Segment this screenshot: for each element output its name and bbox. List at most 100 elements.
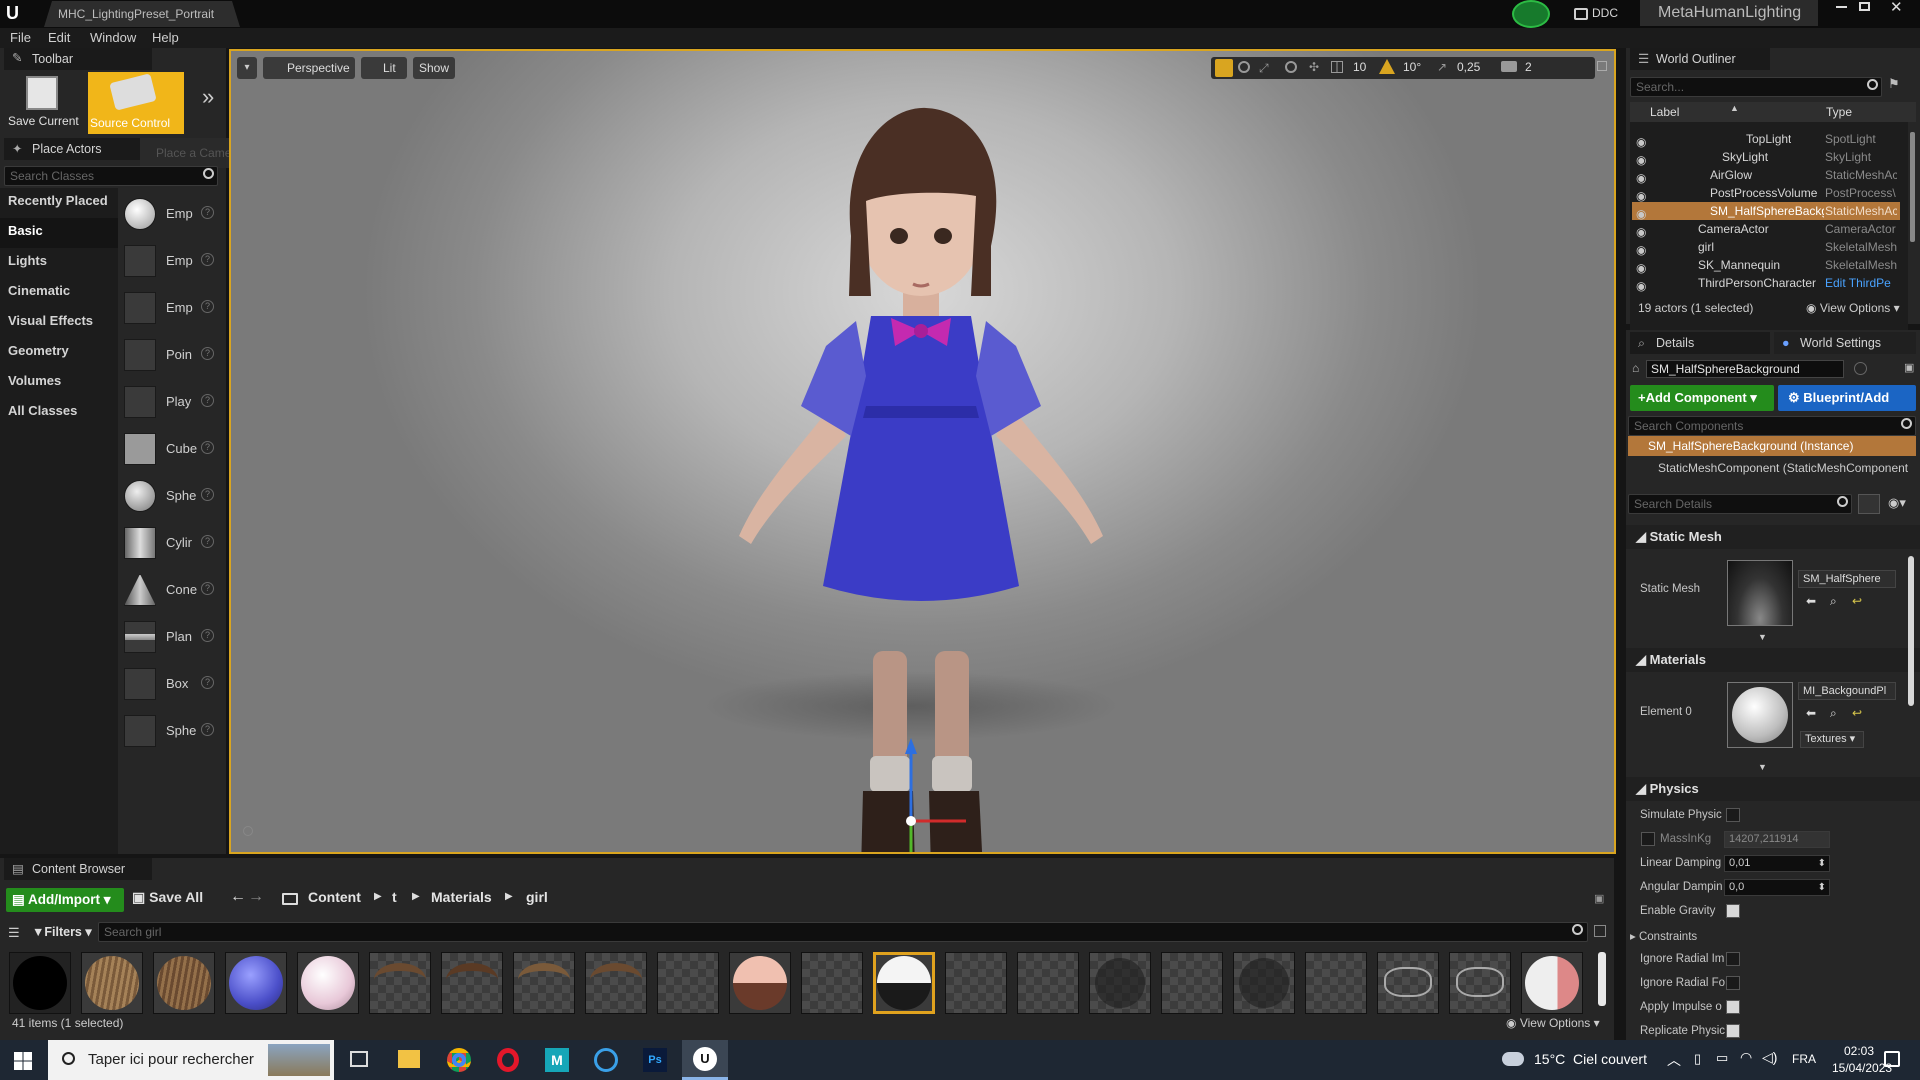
outliner-scrollbar[interactable]	[1910, 132, 1915, 242]
browse-asset-icon[interactable]: ⌕	[1830, 706, 1837, 721]
asset-thumbnail[interactable]	[297, 952, 359, 1014]
asset-thumbnail[interactable]	[81, 952, 143, 1014]
ddc-label[interactable]: DDC	[1592, 6, 1618, 20]
chrome-icon[interactable]	[447, 1048, 471, 1072]
help-icon[interactable]: ?	[201, 488, 214, 501]
asset-thumbnail[interactable]	[585, 952, 647, 1014]
static-mesh-component-row[interactable]: StaticMeshComponent (StaticMeshComponent	[1646, 458, 1916, 478]
actor-item[interactable]: Cylir?	[124, 521, 222, 563]
asset-thumbnail[interactable]	[153, 952, 215, 1014]
folder-icon[interactable]	[282, 893, 298, 905]
simulate-physics-checkbox[interactable]	[1726, 808, 1740, 822]
asset-thumbnail[interactable]	[513, 952, 575, 1014]
mass-override-checkbox[interactable]	[1641, 832, 1655, 846]
notifications-icon[interactable]	[1884, 1051, 1900, 1067]
show-button[interactable]: Show	[413, 57, 455, 79]
level-viewport[interactable]: ▾ Perspective Lit Show ⤢ ✣ 10 10° ↗ 0,25…	[229, 49, 1616, 854]
translate-icon[interactable]	[1215, 59, 1233, 77]
asset-thumbnail[interactable]	[801, 952, 863, 1014]
save-search-icon[interactable]	[1594, 925, 1606, 937]
save-all-button[interactable]: ▣ Save All	[132, 889, 203, 906]
forward-arrow-icon[interactable]: →	[248, 888, 264, 906]
perspective-button[interactable]: Perspective	[263, 57, 355, 79]
linear-damping-field[interactable]: 0,01 ⬍	[1724, 855, 1830, 872]
use-selected-arrow-icon[interactable]: ⬅	[1806, 594, 1816, 608]
actor-item[interactable]: Cube?	[124, 427, 222, 469]
outliner-row[interactable]: ◉ PostProcessVolume PostProcess\	[1632, 184, 1900, 203]
actor-item[interactable]: Sphe?	[124, 474, 222, 516]
actor-item[interactable]: Play?	[124, 380, 222, 422]
outliner-view-options[interactable]: ◉ View Options ▾	[1806, 301, 1900, 315]
outliner-row[interactable]: ◉ TopLight SpotLight	[1632, 130, 1900, 149]
help-icon[interactable]: ?	[201, 206, 214, 219]
help-icon[interactable]: ?	[201, 441, 214, 454]
world-outliner-tab[interactable]: ☰ World Outliner	[1630, 48, 1770, 70]
place-actors-tab[interactable]: ✦ Place Actors	[4, 138, 152, 160]
static-mesh-dropdown[interactable]: SM_HalfSphere	[1798, 570, 1896, 588]
taskbar-search-box[interactable]: Taper ici pour rechercher	[48, 1040, 334, 1080]
asset-thumbnail[interactable]	[1305, 952, 1367, 1014]
menu-file[interactable]: File	[10, 28, 31, 48]
rotation-snap-icon[interactable]	[1379, 59, 1395, 74]
search-details-input[interactable]: Search Details	[1628, 494, 1852, 514]
rotate-icon[interactable]	[1238, 61, 1250, 73]
actor-item[interactable]: Emp?	[124, 192, 222, 234]
file-explorer-icon[interactable]	[398, 1050, 420, 1068]
replicate-physics-checkbox[interactable]	[1726, 1024, 1740, 1038]
help-icon[interactable]: ?	[201, 723, 214, 736]
close-icon[interactable]: ✕	[1890, 0, 1903, 16]
asset-thumbnail[interactable]	[945, 952, 1007, 1014]
camera-speed-value[interactable]: 2	[1525, 60, 1532, 74]
cinema-app-icon[interactable]	[594, 1048, 618, 1072]
asset-thumbnail[interactable]	[441, 952, 503, 1014]
help-icon[interactable]: ?	[201, 347, 214, 360]
static-mesh-section-header[interactable]: ◢ Static Mesh	[1626, 525, 1920, 549]
source-control-button[interactable]: Source Control	[88, 72, 184, 134]
content-browser-tab[interactable]: ▤ Content Browser	[4, 858, 152, 880]
help-icon[interactable]: ?	[201, 300, 214, 313]
constraints-row[interactable]: ▸ Constraints	[1630, 929, 1697, 943]
outliner-row[interactable]: ◉ SK_Mannequin SkeletalMesh	[1632, 256, 1900, 275]
asset-thumbnail[interactable]	[729, 952, 791, 1014]
outliner-row[interactable]: ◉ CameraActor CameraActor	[1632, 220, 1900, 239]
outliner-row[interactable]: ◉ girl SkeletalMesh	[1632, 238, 1900, 257]
component-instance-row[interactable]: SM_HalfSphereBackground (Instance)	[1628, 436, 1916, 456]
apply-impulse-checkbox[interactable]	[1726, 1000, 1740, 1014]
transform-gizmo[interactable]	[901, 736, 1021, 854]
maximize-icon[interactable]	[1859, 2, 1870, 11]
show-hidden-icons-icon[interactable]: ︿	[1667, 1050, 1681, 1070]
edit-blueprint-link[interactable]: Edit ThirdPe	[1825, 274, 1897, 292]
category-geometry[interactable]: Geometry	[8, 343, 69, 358]
mass-field[interactable]: 14207,211914	[1724, 831, 1830, 848]
search-classes-input[interactable]: Search Classes	[4, 166, 218, 186]
asset-thumbnail[interactable]	[1449, 952, 1511, 1014]
rotation-snap-value[interactable]: 10°	[1403, 60, 1421, 74]
maximize-viewport-icon[interactable]	[1597, 61, 1607, 71]
category-cinematic[interactable]: Cinematic	[8, 283, 70, 298]
asset-thumbnail[interactable]	[369, 952, 431, 1014]
clock-time[interactable]: 02:03	[1844, 1044, 1874, 1058]
breadcrumb-girl[interactable]: girl	[526, 889, 548, 905]
photoshop-icon[interactable]: Ps	[643, 1048, 667, 1072]
physics-section-header[interactable]: ◢ Physics	[1626, 777, 1920, 801]
category-lights[interactable]: Lights	[8, 253, 47, 268]
ignore-radial-force-checkbox[interactable]	[1726, 976, 1740, 990]
unreal-taskbar-icon[interactable]: U	[682, 1040, 728, 1080]
outliner-row-selected[interactable]: ◉ SM_HalfSphereBackg StaticMeshAc	[1632, 202, 1900, 221]
actor-item[interactable]: Sphe?	[124, 709, 222, 751]
language-indicator[interactable]: FRA	[1792, 1052, 1816, 1066]
advanced-expand-icon[interactable]: ▼	[1758, 762, 1767, 772]
help-icon[interactable]: ?	[201, 535, 214, 548]
menu-window[interactable]: Window	[90, 28, 136, 48]
breadcrumb-materials[interactable]: Materials	[431, 889, 492, 905]
browse-asset-icon[interactable]: ⌕	[1830, 594, 1837, 609]
property-matrix-icon[interactable]	[1858, 494, 1880, 514]
outliner-row[interactable]: ◉ SkyLight SkyLight	[1632, 148, 1900, 167]
blueprint-button[interactable]: ⚙ Blueprint/Add	[1778, 385, 1916, 411]
add-component-button[interactable]: +Add Component ▾	[1630, 385, 1774, 411]
content-search-input[interactable]: Search girl	[98, 922, 1588, 942]
filters-button[interactable]: ▼Filters ▾	[32, 924, 92, 939]
material-dropdown[interactable]: MI_BackgoundPl	[1798, 682, 1896, 700]
asset-thumbnail[interactable]	[657, 952, 719, 1014]
document-tab[interactable]: MHC_LightingPreset_Portrait	[44, 1, 240, 27]
